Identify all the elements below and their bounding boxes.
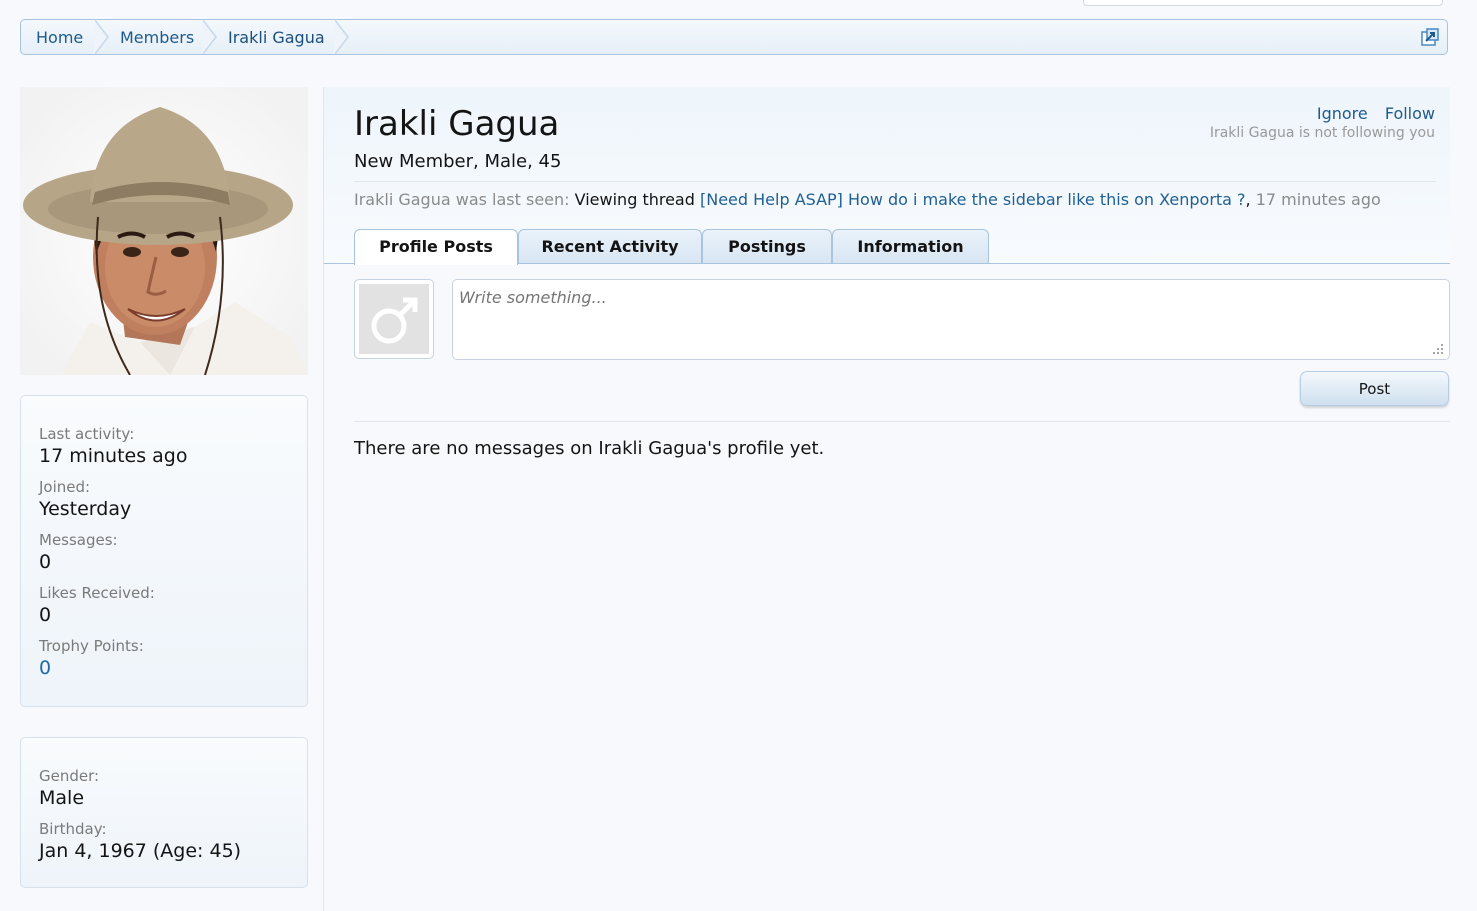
breadcrumb-separator [202,19,217,55]
breadcrumb-separator [334,19,349,55]
post-button[interactable]: Post [1300,371,1449,406]
breadcrumb-home[interactable]: Home [36,20,83,54]
trophy-points-link[interactable]: 0 [39,656,289,680]
trophy-points-label: Trophy Points: [39,637,144,655]
profile-post-input[interactable] [452,279,1450,360]
gender-value: Male [39,787,85,809]
current-user-avatar[interactable] [354,279,434,359]
last-seen-thread-link[interactable]: [Need Help ASAP] How do i make the sideb… [700,190,1246,209]
jump-menu-icon[interactable] [1421,28,1439,46]
birthday-label: Birthday: [39,820,107,838]
likes-received-value: 0 [39,604,52,626]
joined-label: Joined: [39,478,91,496]
messages-label: Messages: [39,531,118,549]
profile-avatar[interactable] [20,87,308,375]
ignore-link[interactable]: Ignore [1317,104,1368,123]
header-divider [354,181,1436,182]
last-activity-value: 17 minutes ago [39,445,188,467]
profile-username: Irakli Gagua [354,104,560,144]
info-box: Gender: Male Birthday: Jan 4, 1967 (Age:… [20,737,308,888]
breadcrumb-current[interactable]: Irakli Gagua [228,20,325,54]
likes-received-label: Likes Received: [39,584,155,602]
last-seen: Irakli Gagua was last seen: Viewing thre… [354,190,1381,209]
resize-grip-icon[interactable] [1432,343,1444,355]
last-seen-time: 17 minutes ago [1255,190,1381,209]
tab-information[interactable]: Information [832,229,989,263]
follow-controls: Ignore Follow [1305,104,1435,123]
stats-box: Last activity: 17 minutes ago Joined: Ye… [20,395,308,707]
male-symbol-icon [371,297,418,344]
empty-messages-notice: There are no messages on Irakli Gagua's … [354,438,825,459]
last-activity-label: Last activity: [39,425,135,443]
content-divider [354,421,1450,422]
follow-link[interactable]: Follow [1385,104,1435,123]
follow-status: Irakli Gagua is not following you [1209,125,1435,141]
tab-postings[interactable]: Postings [702,229,832,263]
tab-profile-posts[interactable]: Profile Posts [354,229,518,265]
messages-value: 0 [39,551,52,573]
gender-label: Gender: [39,767,100,785]
user-blurb: New Member, Male, 45 [354,151,562,172]
joined-value: Yesterday [39,498,132,520]
breadcrumb: Home Members Irakli Gagua [20,19,1448,55]
breadcrumb-members[interactable]: Members [120,20,194,54]
avatar-photo [20,87,308,375]
last-seen-prefix: Irakli Gagua was last seen: [354,190,570,209]
last-seen-activity: Viewing thread [574,190,695,209]
tab-recent-activity[interactable]: Recent Activity [518,229,702,263]
top-search-field[interactable] [1083,0,1443,6]
birthday-value: Jan 4, 1967 (Age: 45) [39,840,242,862]
breadcrumb-separator [94,19,109,55]
